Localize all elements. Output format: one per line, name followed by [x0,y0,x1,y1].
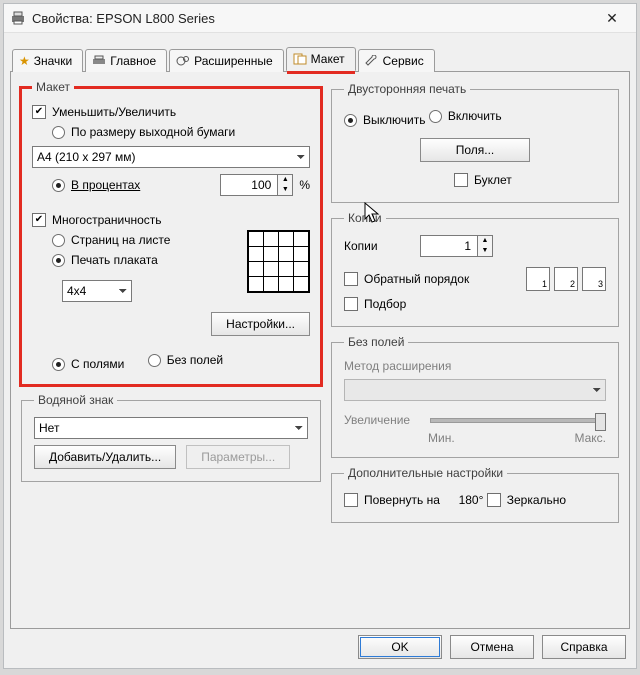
spin-up-icon[interactable]: ▲ [278,175,292,185]
tab-bar: ★ Значки Главное Расширенные Макет [10,45,630,71]
watermark-add-remove-button[interactable]: Добавить/Удалить... [34,445,176,469]
group-copies: Копии Копии 1 ▲▼ Обратный порядок [331,211,619,327]
radio-pages-per-sheet[interactable]: Страниц на листе [52,233,170,247]
group-borderless-legend: Без полей [344,335,408,349]
select-watermark[interactable]: Нет [34,417,308,439]
help-button[interactable]: Справка [542,635,626,659]
dialog-footer: OK Отмена Справка [10,635,630,663]
label-expansion-method: Метод расширения [344,359,606,373]
tab-page-layout: Макет Уменьшить/Увеличить По размеру вых… [10,71,630,629]
label-max: Макс. [574,431,606,445]
ok-button[interactable]: OK [358,635,442,659]
collate-icon [526,267,606,291]
check-multipage[interactable]: Многостраничность [32,213,162,227]
radio-with-margins[interactable]: С полями [52,357,124,371]
tab-layout[interactable]: Макет [286,47,356,71]
radio-icon [52,254,65,267]
radio-borderless[interactable]: Без полей [148,353,223,367]
checkbox-icon [344,272,358,286]
radio-icon [148,354,161,367]
spin-down-icon[interactable]: ▼ [278,185,292,195]
group-duplex-legend: Двусторонняя печать [344,82,470,96]
checkbox-icon [454,173,468,187]
printer-icon [10,10,26,26]
tab-service[interactable]: Сервис [358,49,435,72]
radio-icon [52,358,65,371]
checkbox-icon [344,493,358,507]
slider-enlargement [430,418,606,423]
radio-icon [52,126,65,139]
close-icon[interactable]: ✕ [592,6,632,30]
check-booklet[interactable]: Буклет [454,173,512,187]
poster-preview-icon [247,230,310,293]
check-collate[interactable]: Подбор [344,297,406,311]
select-poster-size[interactable]: 4x4 [62,280,132,302]
check-reduce-enlarge[interactable]: Уменьшить/Увеличить [32,105,176,119]
group-extra: Дополнительные настройки Повернуть на 18… [331,466,619,523]
group-extra-legend: Дополнительные настройки [344,466,507,480]
spin-up-icon[interactable]: ▲ [478,236,492,246]
check-mirror[interactable]: Зеркально [487,493,566,507]
poster-settings-button[interactable]: Настройки... [211,312,310,336]
input-copies[interactable]: 1 ▲▼ [420,235,493,257]
input-percent[interactable]: 100 ▲▼ [220,174,293,196]
checkbox-icon [32,105,46,119]
tab-icons[interactable]: ★ Значки [12,49,83,72]
star-icon: ★ [19,54,30,68]
select-expansion-method [344,379,606,401]
dialog-window: Свойства: EPSON L800 Series ✕ ★ Значки Г… [3,3,637,669]
radio-fit-output[interactable]: По размеру выходной бумаги [52,125,235,139]
tab-advanced[interactable]: Расширенные [169,49,284,72]
right-column: Двусторонняя печать Выключить Включить П… [331,82,619,618]
tab-main[interactable]: Главное [85,49,167,72]
wrench-icon [365,55,379,67]
radio-icon [344,114,357,127]
radio-poster[interactable]: Печать плаката [52,253,158,267]
group-watermark-legend: Водяной знак [34,393,117,407]
checkbox-icon [344,297,358,311]
spin-down-icon[interactable]: ▼ [478,246,492,256]
group-layout: Макет Уменьшить/Увеличить По размеру вых… [19,80,323,387]
checkbox-icon [32,213,46,227]
gears-icon [176,55,190,67]
layout-icon [293,53,307,65]
radio-by-percent[interactable]: В процентах [52,178,140,192]
label-enlargement: Увеличение [344,413,424,427]
radio-icon [429,110,442,123]
radio-duplex-off[interactable]: Выключить [344,113,425,127]
group-duplex: Двусторонняя печать Выключить Включить П… [331,82,619,203]
slider-thumb [595,413,606,431]
content: ★ Значки Главное Расширенные Макет [4,33,636,669]
radio-icon [52,234,65,247]
label-copies: Копии [344,239,414,253]
group-copies-legend: Копии [344,211,386,225]
cancel-button[interactable]: Отмена [450,635,534,659]
group-layout-legend: Макет [32,80,74,94]
radio-icon [52,179,65,192]
select-paper-size[interactable]: A4 (210 x 297 мм) [32,146,310,168]
check-rotate-180[interactable]: Повернуть на 180° [344,493,483,507]
titlebar: Свойства: EPSON L800 Series ✕ [4,4,636,33]
printer-icon [92,55,106,67]
group-borderless: Без полей Метод расширения Увеличение Ми… [331,335,619,458]
label-min: Мин. [428,431,455,445]
checkbox-icon [487,493,501,507]
left-column: Макет Уменьшить/Увеличить По размеру вых… [21,82,321,618]
duplex-margins-button[interactable]: Поля... [420,138,530,162]
group-watermark: Водяной знак Нет Добавить/Удалить... Пар… [21,393,321,482]
check-reverse-order[interactable]: Обратный порядок [344,272,520,286]
radio-duplex-on[interactable]: Включить [429,109,502,123]
watermark-params-button: Параметры... [186,445,290,469]
window-title: Свойства: EPSON L800 Series [32,11,215,26]
